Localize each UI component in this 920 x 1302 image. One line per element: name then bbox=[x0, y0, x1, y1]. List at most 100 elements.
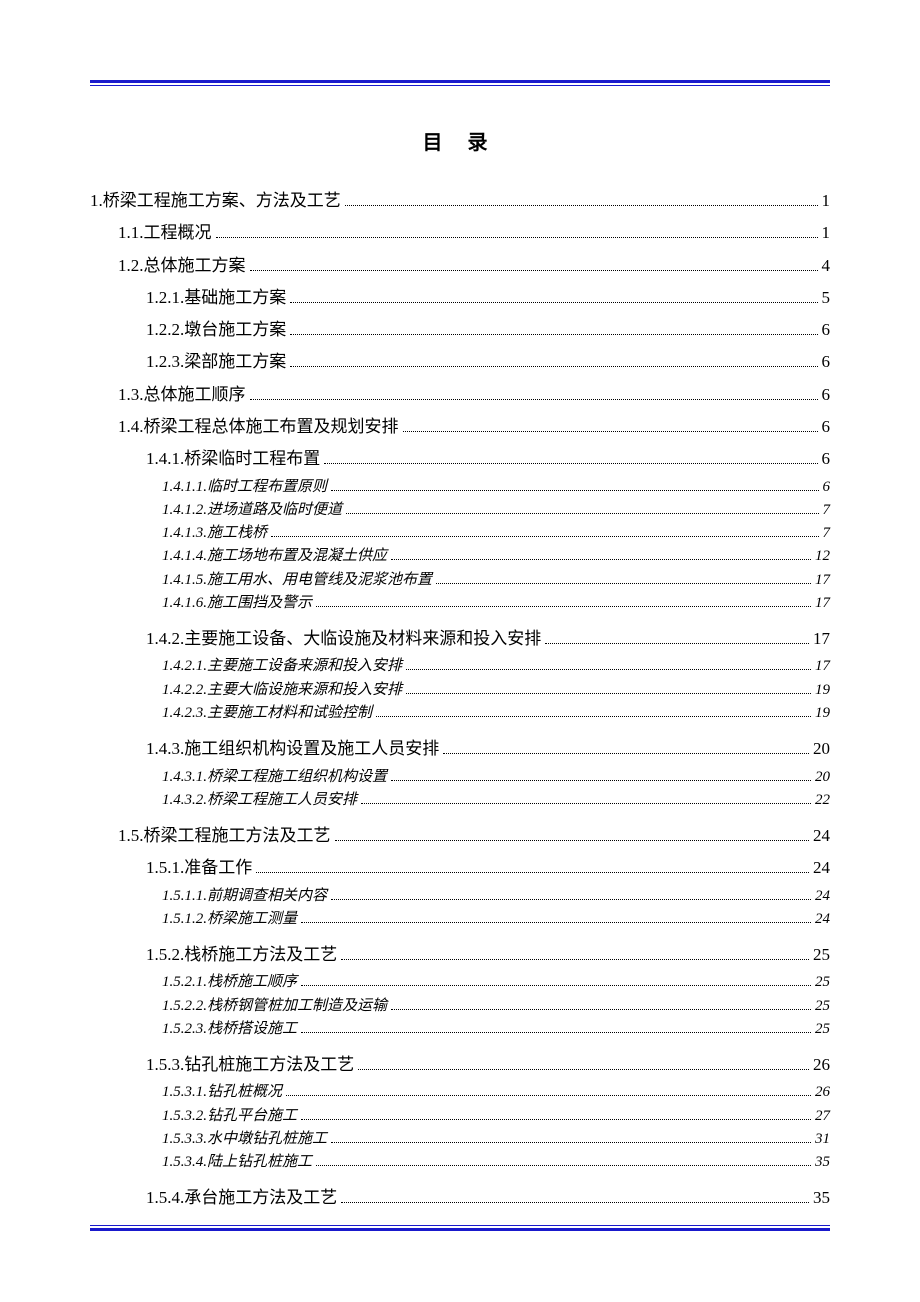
toc-entry-label: 1.4.桥梁工程总体施工布置及规划安排 bbox=[118, 411, 399, 443]
toc-entry[interactable]: 1.3.总体施工顺序6 bbox=[90, 379, 830, 411]
toc-leader bbox=[301, 912, 811, 923]
toc-entry[interactable]: 1.5.3.1.钻孔桩概况26 bbox=[90, 1081, 830, 1104]
toc-entry[interactable]: 1.5.3.3.水中墩钻孔桩施工31 bbox=[90, 1128, 830, 1151]
toc-gap bbox=[90, 725, 830, 733]
toc-entry[interactable]: 1.5.2.2.栈桥钢管桩加工制造及运输25 bbox=[90, 995, 830, 1018]
toc-entry[interactable]: 1.4.2.3.主要施工材料和试验控制19 bbox=[90, 702, 830, 725]
toc-entry[interactable]: 1.5.4.承台施工方法及工艺35 bbox=[90, 1182, 830, 1214]
toc-entry-page: 31 bbox=[815, 1128, 830, 1151]
toc-entry-page: 25 bbox=[815, 971, 830, 994]
toc-leader bbox=[545, 631, 809, 644]
toc-entry-page: 6 bbox=[822, 379, 831, 411]
toc-entry[interactable]: 1.1.工程概况1 bbox=[90, 217, 830, 249]
toc-leader bbox=[301, 975, 811, 986]
toc-entry-page: 6 bbox=[822, 411, 831, 443]
toc-entry[interactable]: 1.4.1.2.进场道路及临时便道 7 bbox=[90, 499, 830, 522]
toc-entry-page: 25 bbox=[813, 939, 830, 971]
toc-entry[interactable]: 1.4.桥梁工程总体施工布置及规划安排 6 bbox=[90, 411, 830, 443]
toc-entry[interactable]: 1.5.桥梁工程施工方法及工艺 24 bbox=[90, 820, 830, 852]
toc-leader bbox=[250, 258, 818, 271]
toc-leader bbox=[256, 861, 809, 874]
toc-entry[interactable]: 1.5.2.1.栈桥施工顺序25 bbox=[90, 971, 830, 994]
toc-leader bbox=[406, 659, 811, 670]
toc-entry-label: 1.4.3.2.桥梁工程施工人员安排 bbox=[162, 789, 357, 812]
toc-entry-label: 1.5.3.钻孔桩施工方法及工艺 bbox=[146, 1049, 354, 1081]
toc-entry-label: 1.4.2.2.主要大临设施来源和投入安排 bbox=[162, 679, 402, 702]
toc-leader bbox=[346, 503, 818, 514]
toc-entry[interactable]: 1.4.2.主要施工设备、大临设施及材料来源和投入安排17 bbox=[90, 623, 830, 655]
toc-entry[interactable]: 1.桥梁工程施工方案、方法及工艺1 bbox=[90, 185, 830, 217]
toc-entry[interactable]: 1.4.1.3.施工栈桥7 bbox=[90, 522, 830, 545]
toc-entry[interactable]: 1.4.1.6.施工围挡及警示17 bbox=[90, 592, 830, 615]
toc-entry-page: 7 bbox=[823, 499, 831, 522]
toc-entry[interactable]: 1.2.2.墩台施工方案6 bbox=[90, 314, 830, 346]
toc-entry[interactable]: 1.4.3.施工组织机构设置及施工人员安排20 bbox=[90, 733, 830, 765]
toc-entry-label: 1.5.桥梁工程施工方法及工艺 bbox=[118, 820, 331, 852]
bottom-rule bbox=[90, 1225, 830, 1231]
toc-entry[interactable]: 1.5.2.栈桥施工方法及工艺 25 bbox=[90, 939, 830, 971]
toc-entry-label: 1.桥梁工程施工方案、方法及工艺 bbox=[90, 185, 341, 217]
toc-leader bbox=[331, 1132, 811, 1143]
toc-entry-page: 26 bbox=[813, 1049, 830, 1081]
toc-entry[interactable]: 1.4.3.2.桥梁工程施工人员安排 22 bbox=[90, 789, 830, 812]
toc-leader bbox=[301, 1108, 811, 1119]
toc-entry[interactable]: 1.4.1.1.临时工程布置原则6 bbox=[90, 476, 830, 499]
toc-entry-page: 6 bbox=[822, 314, 831, 346]
toc-entry-label: 1.5.1.2.桥梁施工测量 bbox=[162, 908, 297, 931]
toc-entry-page: 6 bbox=[822, 443, 831, 475]
toc-leader bbox=[403, 419, 818, 432]
toc-entry-label: 1.2.3.梁部施工方案 bbox=[146, 346, 286, 378]
toc-entry-label: 1.5.3.2.钻孔平台施工 bbox=[162, 1105, 297, 1128]
toc-gap bbox=[90, 812, 830, 820]
toc-entry-label: 1.4.1.5.施工用水、用电管线及泥浆池布置 bbox=[162, 569, 432, 592]
toc-entry-label: 1.4.1.2.进场道路及临时便道 bbox=[162, 499, 342, 522]
toc-leader bbox=[316, 596, 811, 607]
toc-entry-page: 1 bbox=[822, 217, 831, 249]
toc-leader bbox=[341, 1191, 809, 1204]
toc-leader bbox=[361, 793, 811, 804]
toc-entry[interactable]: 1.4.2.2.主要大临设施来源和投入安排19 bbox=[90, 679, 830, 702]
toc-entry-label: 1.5.2.栈桥施工方法及工艺 bbox=[146, 939, 337, 971]
toc-leader bbox=[286, 1085, 811, 1096]
toc-entry-page: 24 bbox=[813, 820, 830, 852]
toc-entry-page: 25 bbox=[815, 1018, 830, 1041]
toc-leader bbox=[443, 741, 809, 754]
toc-entry[interactable]: 1.5.3.钻孔桩施工方法及工艺 26 bbox=[90, 1049, 830, 1081]
toc-entry[interactable]: 1.4.1.4.施工场地布置及混凝土供应 12 bbox=[90, 545, 830, 568]
toc-entry[interactable]: 1.2.1.基础施工方案5 bbox=[90, 282, 830, 314]
toc-leader bbox=[331, 479, 818, 490]
toc-entry-page: 24 bbox=[815, 885, 830, 908]
toc-entry[interactable]: 1.4.1.5.施工用水、用电管线及泥浆池布置17 bbox=[90, 569, 830, 592]
toc-entry[interactable]: 1.5.1.准备工作24 bbox=[90, 852, 830, 884]
toc-entry-label: 1.4.1.6.施工围挡及警示 bbox=[162, 592, 312, 615]
toc-entry-label: 1.2.总体施工方案 bbox=[118, 250, 246, 282]
toc-entry[interactable]: 1.2.3.梁部施工方案6 bbox=[90, 346, 830, 378]
toc-entry[interactable]: 1.4.2.1.主要施工设备来源和投入安排17 bbox=[90, 655, 830, 678]
toc-entry-page: 4 bbox=[822, 250, 831, 282]
toc-entry[interactable]: 1.5.1.1.前期调查相关内容 24 bbox=[90, 885, 830, 908]
toc-entry-page: 22 bbox=[815, 789, 830, 812]
toc-entry-page: 12 bbox=[815, 545, 830, 568]
toc-leader bbox=[391, 998, 811, 1009]
toc-entry-label: 1.5.1.1.前期调查相关内容 bbox=[162, 885, 327, 908]
toc-entry-label: 1.5.2.3.栈桥搭设施工 bbox=[162, 1018, 297, 1041]
toc-entry-label: 1.4.1.4.施工场地布置及混凝土供应 bbox=[162, 545, 387, 568]
toc-entry-page: 6 bbox=[823, 476, 831, 499]
toc-entry[interactable]: 1.5.2.3.栈桥搭设施工 25 bbox=[90, 1018, 830, 1041]
toc-entry[interactable]: 1.4.1.桥梁临时工程布置6 bbox=[90, 443, 830, 475]
toc-entry-page: 7 bbox=[823, 522, 831, 545]
toc-entry-label: 1.5.4.承台施工方法及工艺 bbox=[146, 1182, 337, 1214]
toc-entry[interactable]: 1.5.3.2.钻孔平台施工27 bbox=[90, 1105, 830, 1128]
toc-entry[interactable]: 1.2.总体施工方案 4 bbox=[90, 250, 830, 282]
toc-entry-page: 19 bbox=[815, 702, 830, 725]
toc-entry[interactable]: 1.5.1.2.桥梁施工测量24 bbox=[90, 908, 830, 931]
toc-leader bbox=[290, 355, 817, 368]
table-of-contents: 1.桥梁工程施工方案、方法及工艺11.1.工程概况11.2.总体施工方案41.2… bbox=[90, 185, 830, 1215]
toc-entry[interactable]: 1.5.3.4.陆上钻孔桩施工35 bbox=[90, 1151, 830, 1174]
toc-entry[interactable]: 1.4.3.1.桥梁工程施工组织机构设置20 bbox=[90, 766, 830, 789]
toc-leader bbox=[436, 572, 811, 583]
toc-leader bbox=[391, 549, 811, 560]
toc-leader bbox=[391, 769, 811, 780]
toc-leader bbox=[331, 888, 811, 899]
toc-entry-page: 17 bbox=[815, 655, 830, 678]
